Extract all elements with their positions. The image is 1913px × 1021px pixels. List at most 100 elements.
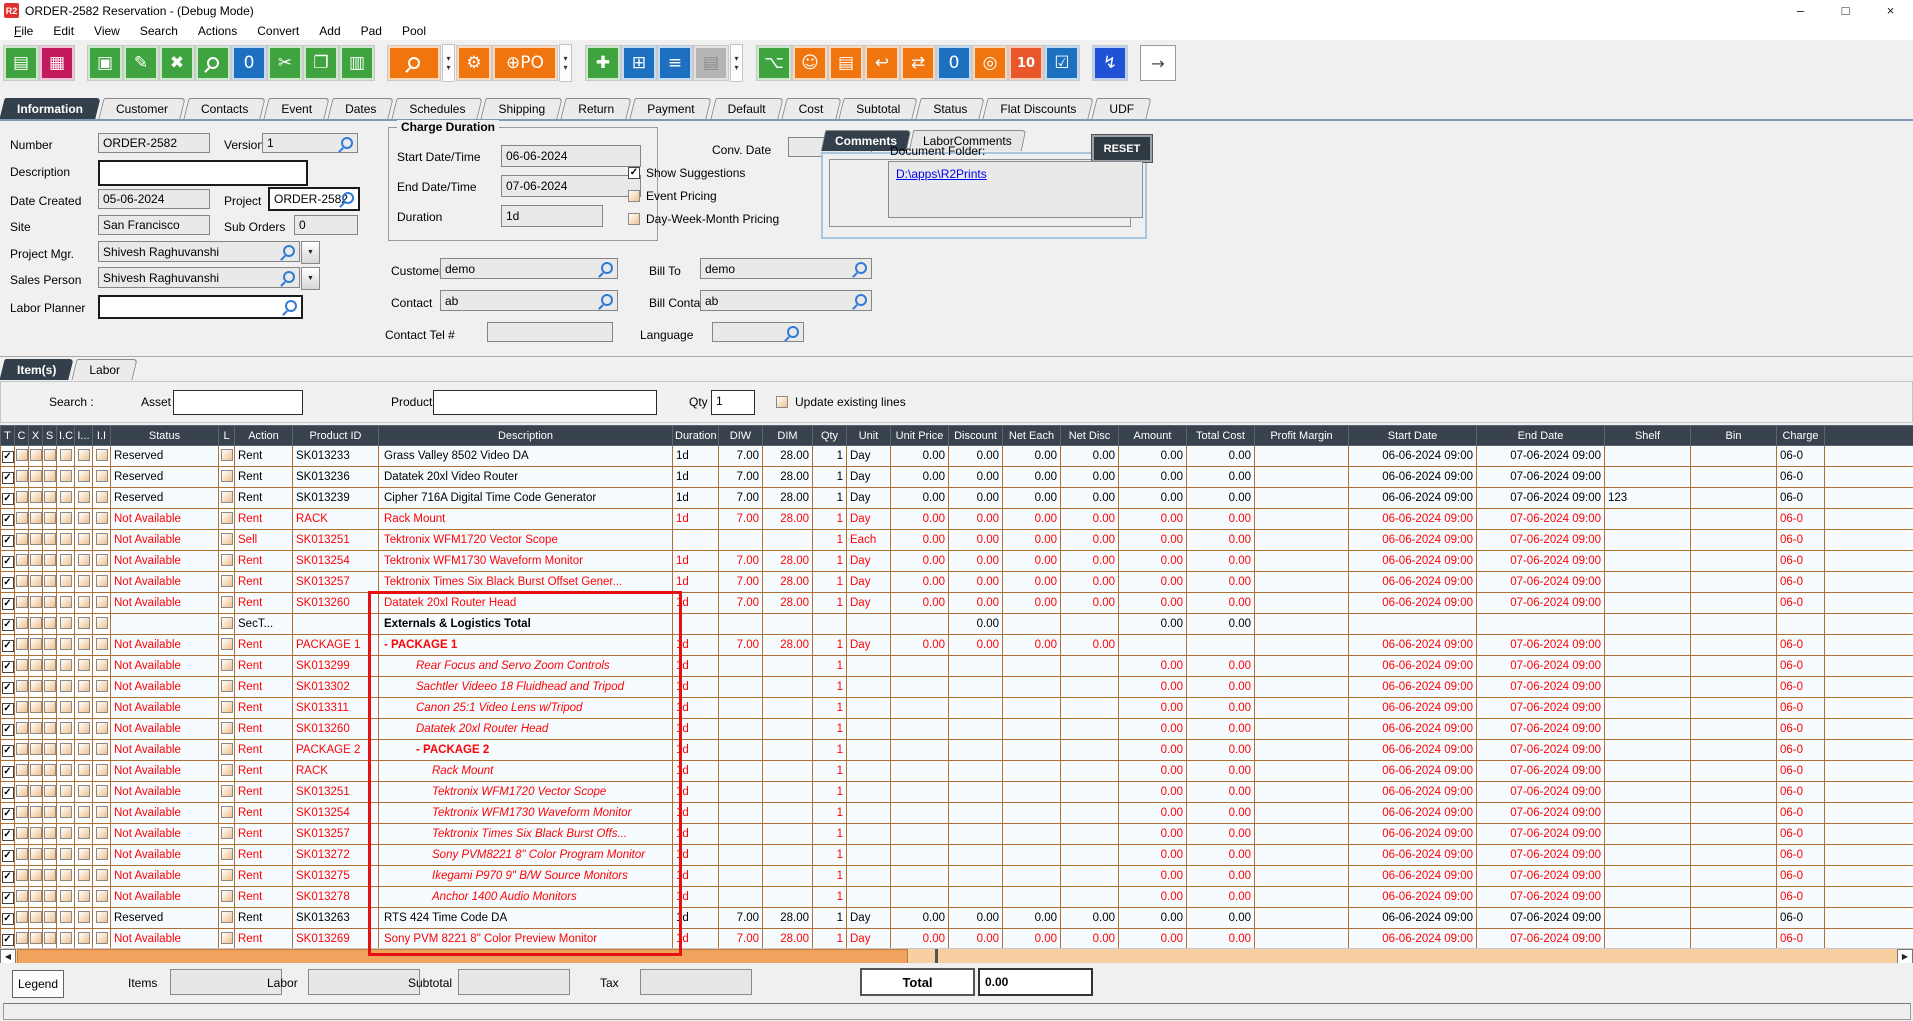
- checked-checkbox[interactable]: ✓: [2, 514, 14, 526]
- minimize-icon[interactable]: –: [1778, 1, 1823, 21]
- menu-view[interactable]: View: [88, 23, 126, 39]
- checkbox-cell[interactable]: ✓: [1, 656, 15, 677]
- unchecked-checkbox[interactable]: [78, 512, 90, 524]
- horizontal-scrollbar[interactable]: ◀ ▶: [0, 948, 1913, 964]
- unchecked-checkbox[interactable]: [96, 470, 108, 482]
- unchecked-checkbox[interactable]: [628, 190, 640, 202]
- checkbox-cell[interactable]: [43, 908, 57, 929]
- checkbox-cell[interactable]: [57, 719, 75, 740]
- checkbox-cell[interactable]: [57, 677, 75, 698]
- unchecked-checkbox[interactable]: [16, 638, 28, 650]
- checkbox-cell[interactable]: [29, 551, 43, 572]
- checkbox-cell[interactable]: [43, 929, 57, 949]
- unchecked-checkbox[interactable]: [96, 512, 108, 524]
- unchecked-checkbox[interactable]: [60, 806, 72, 818]
- unchecked-checkbox[interactable]: [60, 617, 72, 629]
- checkbox-cell[interactable]: ✓: [1, 866, 15, 887]
- checkbox-cell[interactable]: [43, 488, 57, 509]
- bill-to-search-icon[interactable]: [855, 262, 867, 274]
- unchecked-checkbox[interactable]: [30, 533, 42, 545]
- checkbox-cell[interactable]: [15, 761, 29, 782]
- unchecked-checkbox[interactable]: [30, 932, 42, 944]
- cut-scissors-icon[interactable]: ✂: [268, 46, 302, 80]
- checked-checkbox[interactable]: ✓: [2, 703, 14, 715]
- paste-icon[interactable]: ▥: [340, 46, 374, 80]
- unchecked-checkbox[interactable]: [44, 617, 56, 629]
- checkbox-cell[interactable]: [43, 866, 57, 887]
- unchecked-checkbox[interactable]: [16, 596, 28, 608]
- checkbox-cell[interactable]: ✓: [1, 929, 15, 949]
- labor-planner-search-icon[interactable]: [285, 300, 297, 312]
- table-row[interactable]: ✓Not AvailableRentPACKAGE 2- PACKAGE 21d…: [1, 740, 1913, 761]
- checkbox-cell[interactable]: [93, 824, 111, 845]
- column-header-i-c[interactable]: I.C: [57, 426, 75, 446]
- checkbox-cell[interactable]: [93, 446, 111, 467]
- checkbox-cell[interactable]: [43, 803, 57, 824]
- unchecked-checkbox[interactable]: [78, 869, 90, 881]
- checkbox-cell[interactable]: ✓: [1, 488, 15, 509]
- checkbox-cell[interactable]: [29, 782, 43, 803]
- coins-icon[interactable]: ◎: [973, 46, 1007, 80]
- unchecked-checkbox[interactable]: [96, 449, 108, 461]
- checkbox-cell[interactable]: [57, 824, 75, 845]
- table-row[interactable]: ✓ReservedRentSK013239Cipher 716A Digital…: [1, 488, 1913, 509]
- smiley-icon[interactable]: ☺: [793, 46, 827, 80]
- unchecked-checkbox[interactable]: [16, 764, 28, 776]
- unchecked-checkbox[interactable]: [16, 785, 28, 797]
- checkbox-cell[interactable]: [57, 740, 75, 761]
- unchecked-checkbox[interactable]: [44, 827, 56, 839]
- checkbox-cell[interactable]: [75, 551, 93, 572]
- zero-badge-icon[interactable]: 0: [937, 46, 971, 80]
- project-search-icon[interactable]: [342, 192, 354, 204]
- tab-cost[interactable]: Cost: [784, 98, 839, 119]
- checkbox-cell[interactable]: [29, 593, 43, 614]
- checkbox-cell[interactable]: [15, 572, 29, 593]
- checkbox-cell[interactable]: [29, 761, 43, 782]
- unchecked-checkbox[interactable]: [60, 680, 72, 692]
- checkbox-cell[interactable]: [219, 824, 235, 845]
- copy-icon[interactable]: ❐: [304, 46, 338, 80]
- checkbox-cell[interactable]: ✓: [1, 593, 15, 614]
- checkbox-cell[interactable]: [93, 698, 111, 719]
- unchecked-checkbox[interactable]: [44, 638, 56, 650]
- unchecked-checkbox[interactable]: [221, 470, 233, 482]
- unchecked-checkbox[interactable]: [78, 575, 90, 587]
- checkbox-cell[interactable]: [75, 929, 93, 949]
- checkbox-cell[interactable]: [93, 740, 111, 761]
- subtotal-field[interactable]: [458, 969, 570, 995]
- column-header-blank[interactable]: [1825, 426, 1913, 446]
- unchecked-checkbox[interactable]: [30, 596, 42, 608]
- unchecked-checkbox[interactable]: [30, 701, 42, 713]
- checkbox-cell[interactable]: [29, 635, 43, 656]
- sub-orders-field[interactable]: 0: [294, 215, 358, 235]
- checked-checkbox[interactable]: ✓: [2, 493, 14, 505]
- tab-status[interactable]: Status: [918, 98, 982, 119]
- checkbox-cell[interactable]: [15, 803, 29, 824]
- checkbox-cell[interactable]: [219, 635, 235, 656]
- column-header-shelf[interactable]: Shelf: [1605, 426, 1691, 446]
- unchecked-checkbox[interactable]: [60, 596, 72, 608]
- checkbox-cell[interactable]: [219, 929, 235, 949]
- gears-icon[interactable]: ⚙: [457, 46, 491, 80]
- unchecked-checkbox[interactable]: [78, 911, 90, 923]
- unchecked-checkbox[interactable]: [221, 533, 233, 545]
- checkbox-cell[interactable]: [219, 803, 235, 824]
- checkbox-cell[interactable]: [43, 698, 57, 719]
- labor-planner-field[interactable]: [98, 295, 303, 319]
- dropdown-split-icon[interactable]: [442, 44, 455, 82]
- unchecked-checkbox[interactable]: [60, 722, 72, 734]
- checkbox-cell[interactable]: ✓: [1, 845, 15, 866]
- unchecked-checkbox[interactable]: [60, 449, 72, 461]
- checkbox-cell[interactable]: ✓: [1, 698, 15, 719]
- unchecked-checkbox[interactable]: [44, 764, 56, 776]
- unchecked-checkbox[interactable]: [30, 659, 42, 671]
- checkbox-cell[interactable]: [93, 719, 111, 740]
- checkbox-cell[interactable]: [219, 782, 235, 803]
- unchecked-checkbox[interactable]: [96, 638, 108, 650]
- contact-search-icon[interactable]: [601, 294, 613, 306]
- unchecked-checkbox[interactable]: [221, 869, 233, 881]
- unchecked-checkbox[interactable]: [96, 806, 108, 818]
- checkbox-cell[interactable]: [75, 908, 93, 929]
- checkbox-cell[interactable]: [93, 803, 111, 824]
- lightning-bolt-icon[interactable]: ↯: [1093, 46, 1127, 80]
